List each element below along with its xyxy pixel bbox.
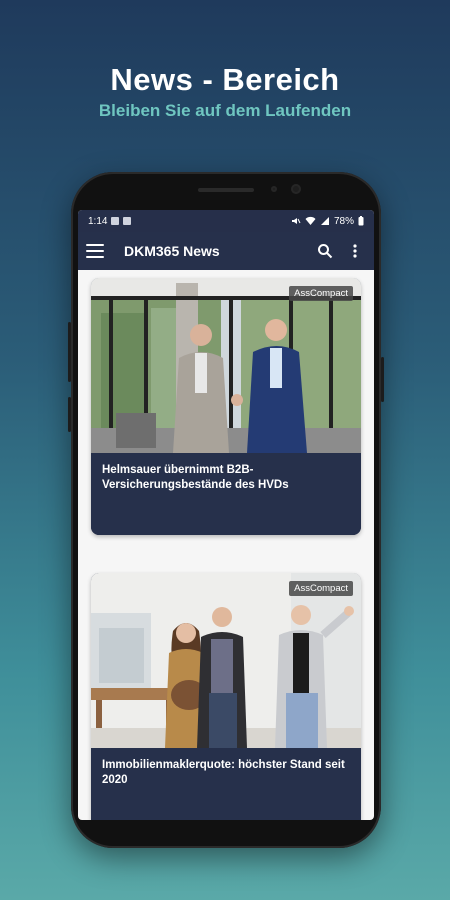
search-icon[interactable]	[314, 240, 336, 262]
sensor	[271, 186, 277, 192]
battery-icon	[358, 216, 364, 226]
battery-level: 78%	[333, 215, 354, 227]
app-title: DKM365 News	[124, 243, 220, 259]
app-bar: DKM365 News	[78, 232, 374, 270]
wifi-icon	[305, 216, 316, 225]
status-time: 1:14	[88, 215, 108, 227]
volume-button	[68, 322, 71, 382]
article-title: Helmsauer übernimmt B2B-Versicherungsbes…	[91, 453, 361, 535]
earpiece-speaker	[198, 188, 254, 192]
news-feed: AssCompact Helmsauer übernimmt B2B-Versi…	[78, 270, 374, 820]
more-vert-icon[interactable]	[344, 240, 366, 262]
promo-title: News - Bereich	[110, 62, 340, 97]
article-title: Immobilienmaklerquote: höchster Stand se…	[91, 748, 361, 820]
article-image: AssCompact	[91, 278, 361, 453]
promo-subtitle: Bleiben Sie auf dem Laufenden	[98, 101, 352, 120]
source-badge: AssCompact	[289, 286, 353, 301]
app-notification-icon	[123, 217, 132, 225]
article-image: AssCompact	[91, 573, 361, 748]
bixby-button	[68, 397, 71, 432]
gallery-notification-icon	[111, 217, 120, 225]
signal-icon	[320, 217, 329, 225]
phone-screen: 1:14 78% DKM365 News AssCompact Helmsaue…	[78, 210, 374, 820]
front-camera	[291, 184, 301, 194]
mute-icon	[291, 218, 301, 224]
power-button	[381, 357, 384, 402]
phone-frame: 1:14 78% DKM365 News AssCompact Helmsaue…	[68, 172, 384, 848]
news-card[interactable]: AssCompact Immobilienmaklerquote: höchst…	[91, 573, 361, 820]
source-badge: AssCompact	[289, 581, 353, 596]
status-bar: 1:14 78%	[78, 210, 374, 232]
news-card[interactable]: AssCompact Helmsauer übernimmt B2B-Versi…	[91, 278, 361, 535]
menu-icon[interactable]	[86, 244, 104, 258]
